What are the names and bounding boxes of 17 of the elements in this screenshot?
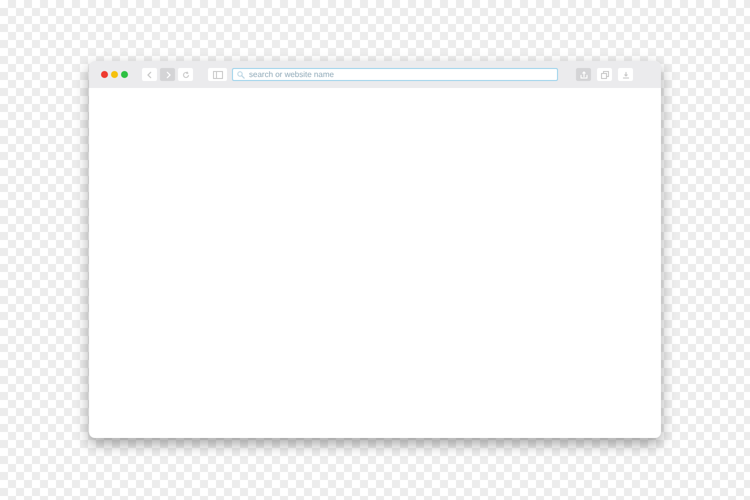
tabs-button[interactable] <box>597 68 612 81</box>
chevron-left-icon <box>146 70 154 78</box>
tabs-icon <box>600 70 608 78</box>
sidebar-icon <box>212 70 222 78</box>
search-icon <box>237 70 245 78</box>
download-icon <box>622 70 630 78</box>
address-field[interactable]: search or website name <box>232 68 558 81</box>
back-button[interactable] <box>142 68 157 81</box>
sidebar-button[interactable] <box>208 68 227 81</box>
window-control-dot[interactable] <box>121 71 128 78</box>
download-button[interactable] <box>618 68 633 81</box>
window-control-dot[interactable] <box>101 71 108 78</box>
chevron-right-icon <box>164 70 172 78</box>
window-control-dot[interactable] <box>111 71 118 78</box>
reload-icon <box>182 70 190 78</box>
share-icon <box>580 70 588 78</box>
reload-button[interactable] <box>178 68 193 81</box>
